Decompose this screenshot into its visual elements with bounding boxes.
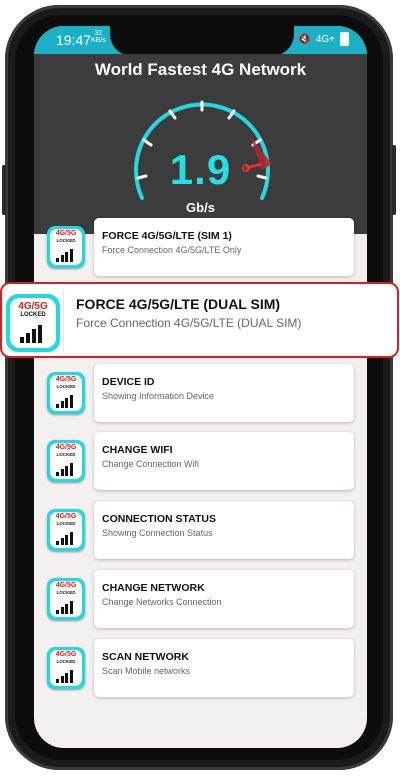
menu-item[interactable]: 4G/5G LOCKED CHANGE WIFI Change Connection … [44, 432, 356, 490]
4g-5g-locked-icon: 4G/5G LOCKED [44, 574, 88, 624]
divider [63, 290, 64, 352]
battery-icon [340, 32, 349, 46]
menu-item[interactable]: 4G/5G LOCKED DEVICE ID Showing Information … [44, 364, 356, 422]
speed-unit: Gb/s [186, 200, 215, 215]
menu-item[interactable]: 4G/5G LOCKED SCAN NETWORK Scan Mobile netwo… [44, 639, 356, 697]
camera-notch [110, 26, 294, 56]
item-subtitle: Showing Connection Status [102, 528, 213, 538]
menu-card[interactable]: CHANGE NETWORK Change Networks Connection [94, 570, 354, 628]
menu-item[interactable]: 4G/5G LOCKED CHANGE NETWORK Change Networks… [44, 570, 356, 628]
item-subtitle: Scan Mobile networks [102, 666, 191, 676]
4g-5g-locked-icon: 4G/5G LOCKED [6, 294, 60, 352]
item-title: DEVICE ID [102, 376, 155, 388]
phone-screen: 19:47 32 KB/s 🔇 4G+ World Fastest 4G Net… [34, 26, 367, 748]
item-title: FORCE 4G/5G/LTE (DUAL SIM) [76, 296, 281, 312]
menu-card[interactable]: CHANGE WIFI Change Connection Wifi [94, 432, 354, 490]
menu-item[interactable]: 4G/5G LOCKED FORCE 4G/5G/LTE (SIM 1) Force … [44, 218, 356, 276]
item-title: CHANGE WIFI [102, 444, 173, 456]
item-subtitle: Change Connection Wifi [102, 459, 200, 469]
menu-card[interactable]: CONNECTION STATUS Showing Connection Stat… [94, 501, 354, 559]
menu-card[interactable]: SCAN NETWORK Scan Mobile networks [94, 639, 354, 697]
gauge-tick [142, 138, 153, 147]
4g-5g-locked-icon: 4G/5G LOCKED [44, 643, 88, 693]
highlighted-menu-item[interactable]: 4G/5G LOCKED FORCE 4G/5G/LTE (DUAL SIM) … [0, 282, 399, 358]
app-header: World Fastest 4G Network 1.9 Gb/s [34, 54, 367, 234]
item-subtitle: Showing Information Device [102, 391, 215, 401]
mute-icon: 🔇 [298, 33, 311, 45]
speed-value: 1.9 [169, 146, 232, 193]
status-time: 19:47 [56, 32, 92, 48]
item-title: SCAN NETWORK [102, 651, 189, 663]
item-subtitle: Force Connection 4G/5G/LTE (DUAL SIM) [76, 316, 302, 330]
item-title: FORCE 4G/5G/LTE (SIM 1) [102, 230, 232, 242]
volume-button [392, 145, 396, 215]
menu-card[interactable]: DEVICE ID Showing Information Device [94, 364, 354, 422]
power-button [2, 165, 6, 215]
4g-5g-locked-icon: 4G/5G LOCKED [44, 368, 88, 418]
app-title: World Fastest 4G Network [94, 60, 307, 79]
item-subtitle: Change Networks Connection [102, 597, 222, 607]
item-subtitle: Force Connection 4G/5G/LTE Only [102, 245, 242, 255]
status-network-speed: 32 KB/s [91, 30, 106, 44]
status-icons: 🔇 4G+ [298, 32, 349, 46]
4g-5g-locked-icon: 4G/5G LOCKED [44, 505, 88, 555]
menu-item[interactable]: 4G/5G LOCKED CONNECTION STATUS Showing Conn… [44, 501, 356, 559]
4g-5g-locked-icon: 4G/5G LOCKED [44, 436, 88, 486]
4g-5g-locked-icon: 4G/5G LOCKED [44, 222, 88, 272]
item-title: CHANGE NETWORK [102, 582, 205, 594]
item-title: CONNECTION STATUS [102, 513, 216, 525]
menu-card[interactable]: FORCE 4G/5G/LTE (SIM 1) Force Connection … [94, 218, 354, 276]
signal-icon: 4G+ [315, 33, 335, 45]
